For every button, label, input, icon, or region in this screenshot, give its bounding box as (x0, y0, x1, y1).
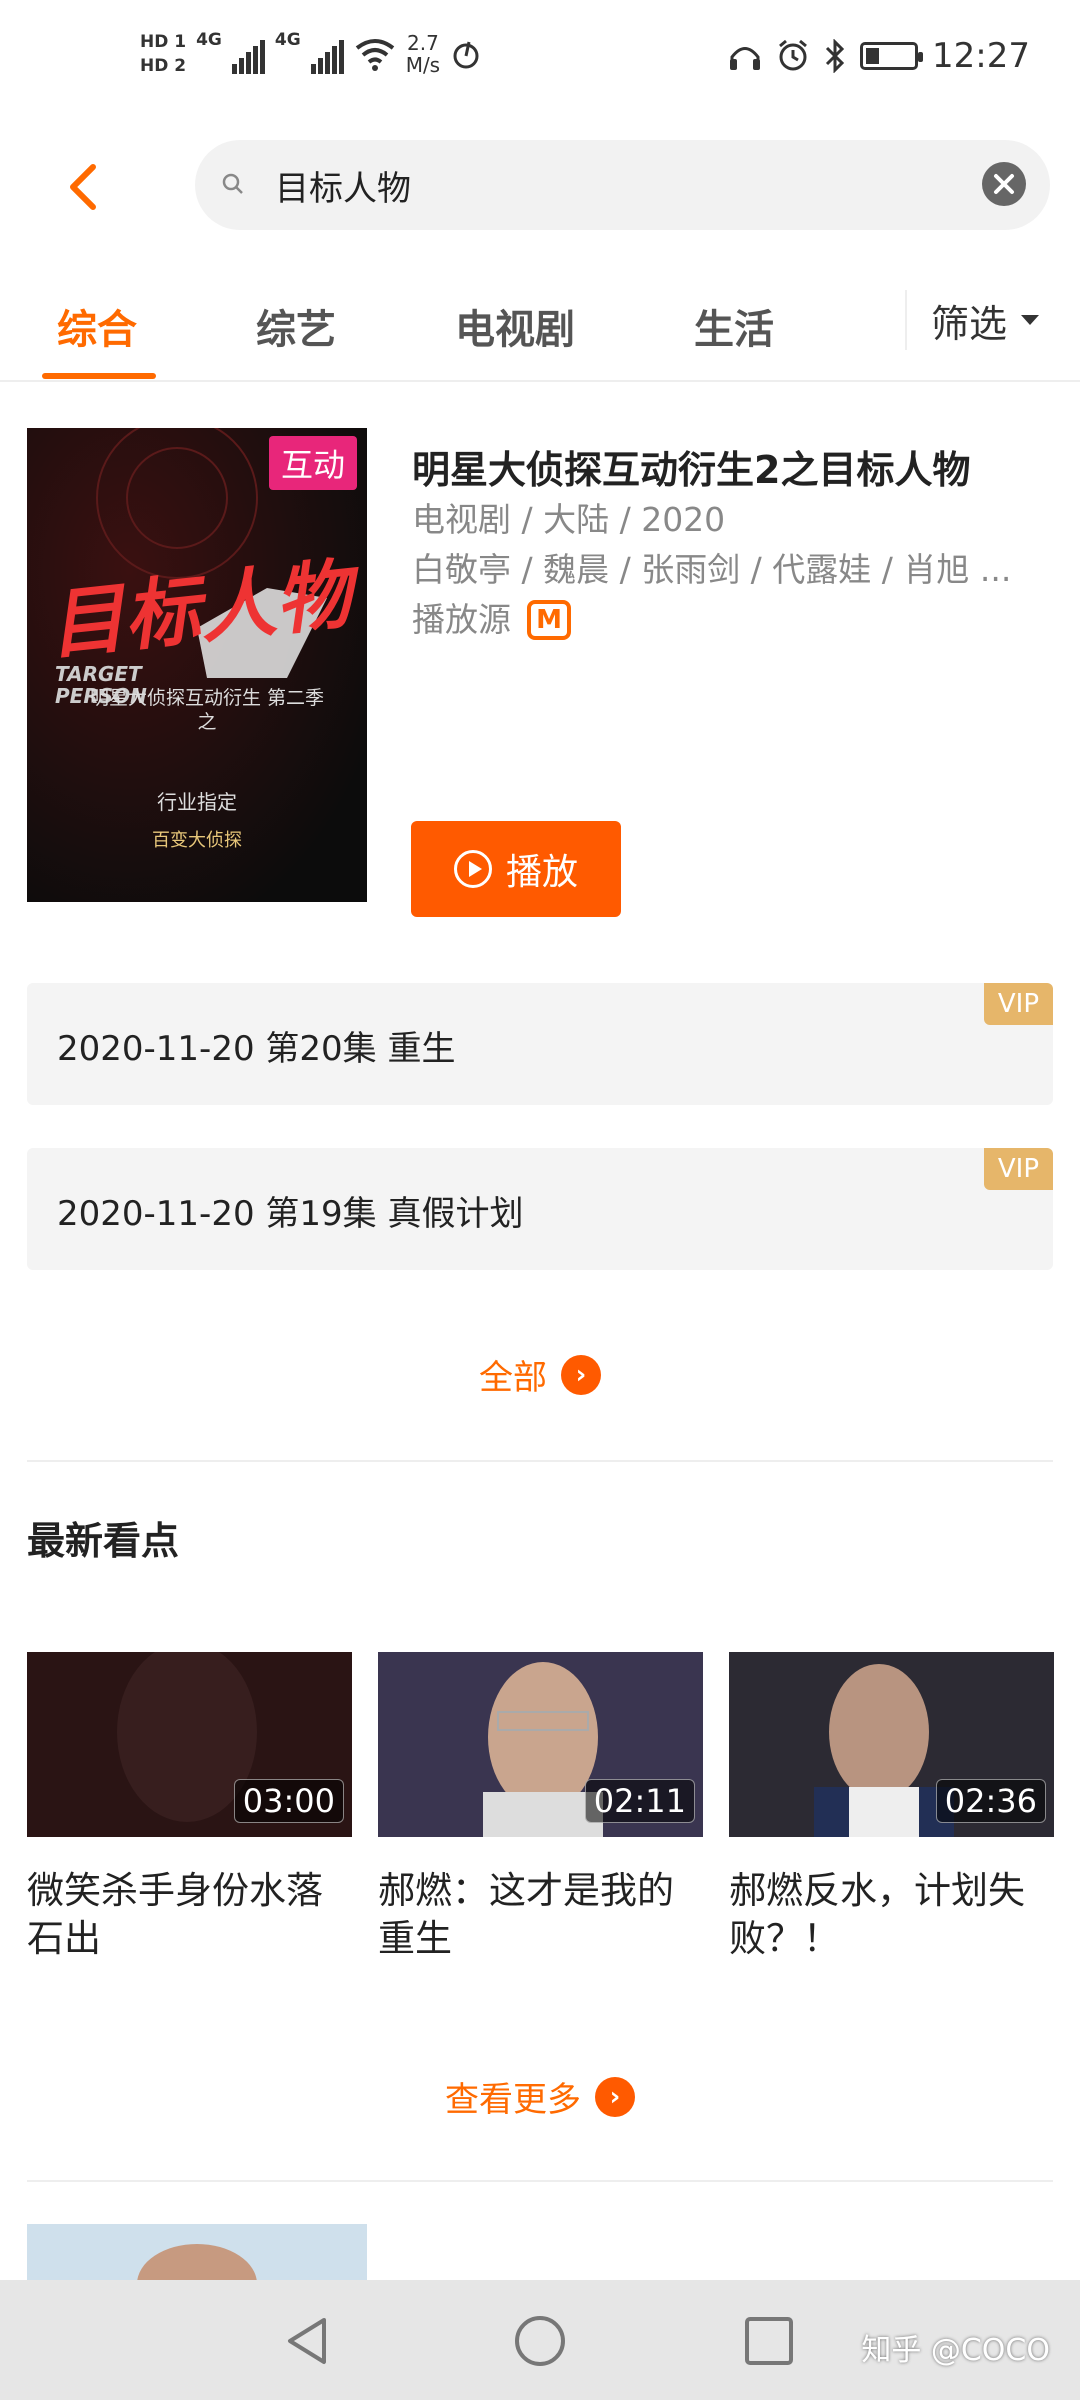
show-info: 明星大侦探互动衍生2之目标人物 电视剧 / 大陆 / 2020 白敬亭 / 魏晨… (412, 445, 1062, 645)
filter-label: 筛选 (931, 301, 1008, 346)
status-left: HD 1 HD 2 4G 4G 2.7 M/s (140, 30, 482, 78)
video-title[interactable]: 郝燃：这才是我的重生 (378, 1867, 703, 1963)
chevron-left-icon[interactable] (55, 157, 115, 217)
source-label: 播放源 (412, 600, 511, 639)
search-box[interactable]: 目标人物 (195, 140, 1050, 230)
view-all-label: 全部 (479, 1358, 547, 1398)
active-tab-indicator (42, 373, 156, 379)
bluetooth-icon (825, 39, 845, 73)
tab-life[interactable]: 生活 (694, 297, 774, 355)
status-right: 12:27 (728, 36, 1030, 76)
show-cast: 白敬亭 / 魏晨 / 张雨剑 / 代露娃 / 肖旭 ... (412, 550, 1012, 589)
play-button[interactable]: 播放 (411, 821, 621, 917)
tab-variety[interactable]: 综艺 (256, 297, 336, 355)
video-duration: 03:00 (233, 1779, 344, 1823)
video-card[interactable]: 02:11 郝燃：这才是我的重生 (378, 1652, 703, 1963)
video-thumbnail[interactable]: 03:00 (27, 1652, 352, 1837)
poster-subtitle: 明星大侦探互动衍生 第二季之 (89, 687, 325, 733)
wifi-icon (355, 39, 394, 71)
vip-badge: VIP (983, 983, 1053, 1025)
netease-music-icon (453, 41, 479, 69)
video-card[interactable]: 03:00 微笑杀手身份水落石出 (27, 1652, 352, 1963)
chevron-right-icon: › (595, 2076, 635, 2117)
show-meta: 电视剧 / 大陆 / 2020 (412, 500, 726, 539)
show-poster[interactable]: 互动 目标人物 TARGET PERSON 明星大侦探互动衍生 第二季之 行业指定… (27, 428, 367, 902)
video-duration: 02:11 (584, 1779, 695, 1823)
vip-badge: VIP (983, 1148, 1053, 1190)
back-nav-icon[interactable] (280, 2314, 334, 2368)
headphones-icon (730, 47, 761, 70)
video-title[interactable]: 郝燃反水，计划失败？！ (729, 1867, 1054, 1963)
recents-nav-icon[interactable] (742, 2314, 796, 2368)
episode-item[interactable]: 2020-11-20 第19集 真假计划 VIP (27, 1148, 1053, 1270)
interactive-badge: 互动 (268, 436, 357, 490)
tab-tv-series[interactable]: 电视剧 (455, 297, 575, 355)
view-more-label: 查看更多 (445, 2080, 581, 2120)
network-type-1: 4G (196, 30, 222, 50)
hd-indicator: HD 1 HD 2 (140, 30, 186, 78)
play-icon (453, 850, 492, 888)
dropdown-arrow-icon (1021, 315, 1040, 325)
network-type-2: 4G (274, 30, 301, 50)
signal-icon (231, 34, 265, 74)
section-title: 最新看点 (27, 1519, 180, 1563)
status-bar: HD 1 HD 2 4G 4G 2.7 M/s 12:27 (0, 0, 1080, 130)
video-thumbnail[interactable]: 02:11 (378, 1652, 703, 1837)
alarm-icon (779, 39, 807, 71)
episode-item[interactable]: 2020-11-20 第20集 重生 VIP (27, 983, 1053, 1105)
poster-recommendation: 行业指定 (157, 790, 237, 814)
divider (27, 1460, 1053, 1462)
next-result-thumbnail[interactable] (27, 2224, 367, 2280)
divider (27, 2180, 1053, 2182)
clear-icon[interactable] (982, 162, 1026, 206)
chevron-right-icon: › (561, 1354, 601, 1395)
search-icon (222, 173, 243, 194)
view-more-button[interactable]: 查看更多 › (0, 2072, 1080, 2121)
signal-icon-2 (310, 34, 344, 74)
video-duration: 02:36 (935, 1779, 1046, 1823)
clock: 12:27 (932, 36, 1030, 76)
network-speed: 2.7 M/s (405, 31, 441, 77)
video-title[interactable]: 微笑杀手身份水落石出 (27, 1867, 352, 1963)
battery-icon (860, 42, 924, 70)
show-title[interactable]: 明星大侦探互动衍生2之目标人物 (412, 445, 1062, 495)
search-bar-row: 目标人物 (0, 135, 1080, 235)
mgtv-logo-icon[interactable]: M (527, 600, 571, 640)
poster-logo: 百变大侦探 (152, 830, 242, 851)
watermark: 知乎 @COCO (861, 2333, 1050, 2368)
video-thumbnail[interactable]: 02:36 (729, 1652, 1054, 1837)
hd2-label: HD 2 (140, 56, 187, 76)
video-card[interactable]: 02:36 郝燃反水，计划失败？！ (729, 1652, 1054, 1963)
search-input[interactable]: 目标人物 (275, 161, 925, 210)
tab-all[interactable]: 综合 (57, 297, 137, 355)
filter-button[interactable]: 筛选 (905, 290, 1040, 350)
view-all-button[interactable]: 全部 › (0, 1350, 1080, 1399)
home-nav-icon[interactable] (513, 2314, 567, 2368)
episode-title: 2020-11-20 第19集 真假计划 (57, 1194, 524, 1234)
category-tabs: 综合 综艺 电视剧 生活 筛选 (0, 262, 1080, 382)
play-label: 播放 (505, 852, 578, 893)
play-source: 播放源 M (412, 595, 1062, 645)
thumbnail-art (137, 2244, 257, 2280)
episode-title: 2020-11-20 第20集 重生 (57, 1029, 456, 1069)
hd1-label: HD 1 (140, 32, 187, 52)
